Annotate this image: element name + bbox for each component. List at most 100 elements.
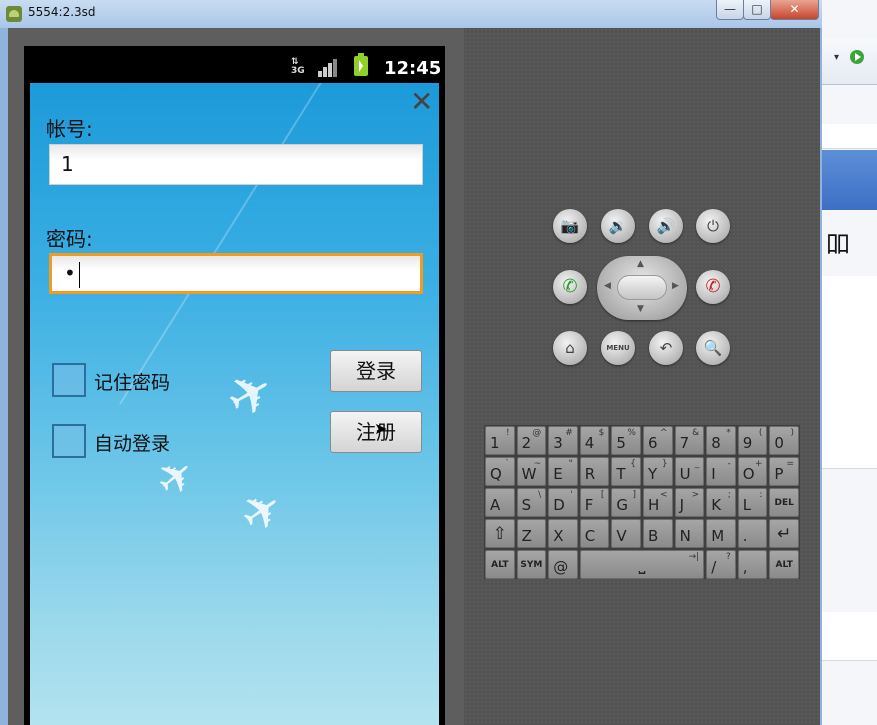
key-row3-9[interactable]: DEL bbox=[769, 488, 799, 517]
maximize-button[interactable]: □ bbox=[743, 0, 771, 20]
key-alt-label: @ bbox=[532, 428, 542, 438]
key-row3-8[interactable]: L: bbox=[737, 488, 768, 517]
menu-button[interactable]: MENU bbox=[601, 331, 635, 365]
key-row2-9[interactable]: P = bbox=[769, 457, 799, 486]
key-row4-9[interactable]: ↵ bbox=[769, 519, 799, 548]
key-row5-2[interactable]: @ bbox=[548, 550, 578, 579]
key-row3-4[interactable]: G] bbox=[611, 488, 641, 517]
call-button[interactable]: ✆ bbox=[553, 270, 587, 304]
key-alt-label: ` bbox=[505, 459, 510, 469]
key-row5-0[interactable]: ALT bbox=[485, 550, 515, 579]
key-row2-2[interactable]: E " bbox=[548, 457, 578, 486]
auto-login-checkbox[interactable] bbox=[52, 424, 86, 458]
key-row4-8[interactable]: . bbox=[737, 519, 768, 548]
dpad-up-icon[interactable]: ▲ bbox=[637, 259, 644, 269]
key-label: ALT bbox=[775, 560, 793, 570]
login-button[interactable]: 登录 bbox=[330, 350, 422, 392]
close-icon[interactable]: ✕ bbox=[410, 88, 433, 116]
key-label: , bbox=[742, 558, 748, 576]
key-label: G bbox=[616, 496, 629, 514]
key-row1-3[interactable]: 4 $ bbox=[579, 426, 610, 455]
chevron-down-icon[interactable]: ▾ bbox=[834, 52, 839, 63]
key-row3-7[interactable]: K; bbox=[706, 488, 736, 517]
key-row5-3[interactable]: ⎵ →| bbox=[579, 550, 705, 579]
key-alt-label: + bbox=[754, 459, 763, 469]
key-row4-3[interactable]: C bbox=[579, 519, 610, 548]
key-label: 5 bbox=[616, 434, 626, 452]
key-row1-0[interactable]: 1! bbox=[485, 426, 515, 455]
key-alt-label: > bbox=[691, 490, 700, 500]
close-window-button[interactable]: ✕ bbox=[770, 0, 819, 20]
volume-down-button[interactable]: 🔉 bbox=[601, 209, 635, 243]
remember-password-checkbox[interactable] bbox=[52, 363, 86, 397]
window-title: 5554:2.3sd bbox=[28, 5, 96, 19]
power-button[interactable]: ⏻ bbox=[696, 209, 730, 243]
key-label: R bbox=[584, 465, 596, 483]
dpad-right-icon[interactable]: ▶ bbox=[672, 281, 679, 291]
minimize-button[interactable]: — bbox=[716, 0, 744, 20]
key-row5-5[interactable]: , bbox=[737, 550, 768, 579]
key-label: 2 bbox=[521, 434, 532, 452]
end-call-button[interactable]: ✆ bbox=[696, 270, 730, 304]
camera-button[interactable]: 📷 bbox=[553, 209, 587, 243]
key-row4-1[interactable]: Z bbox=[516, 519, 547, 548]
search-button[interactable]: 🔍 bbox=[696, 331, 730, 365]
key-label: 3 bbox=[553, 434, 563, 452]
key-row1-5[interactable]: 6 ^ bbox=[643, 426, 673, 455]
key-row5-4[interactable]: /? bbox=[706, 550, 736, 579]
key-row3-6[interactable]: J > bbox=[674, 488, 705, 517]
key-row2-8[interactable]: O + bbox=[737, 457, 768, 486]
key-row2-3[interactable]: R bbox=[579, 457, 610, 486]
password-input[interactable]: • bbox=[49, 253, 423, 294]
key-label: T bbox=[616, 465, 626, 483]
key-alt-label: - bbox=[727, 459, 731, 469]
back-button[interactable]: ↶ bbox=[649, 331, 683, 365]
run-icon[interactable] bbox=[850, 50, 864, 64]
key-label: X bbox=[553, 527, 564, 545]
key-row5-1[interactable]: SYM bbox=[516, 550, 547, 579]
key-row2-4[interactable]: T{ bbox=[611, 457, 641, 486]
key-row1-4[interactable]: 5% bbox=[611, 426, 641, 455]
home-button[interactable]: ⌂ bbox=[553, 331, 587, 365]
account-input[interactable]: 1 bbox=[49, 144, 423, 185]
key-label: ⎵ bbox=[638, 555, 646, 575]
key-row3-0[interactable]: A bbox=[485, 488, 515, 517]
key-row4-6[interactable]: N bbox=[674, 519, 705, 548]
key-row3-5[interactable]: H < bbox=[643, 488, 673, 517]
title-bar[interactable]: 5554:2.3sd bbox=[0, 0, 822, 28]
key-row4-4[interactable]: V bbox=[611, 519, 641, 548]
text-caret bbox=[78, 261, 80, 288]
dpad-left-icon[interactable]: ◀ bbox=[604, 281, 611, 291]
key-row2-6[interactable]: U _ bbox=[674, 457, 705, 486]
background-row bbox=[822, 636, 877, 661]
key-label: O bbox=[742, 465, 755, 483]
key-alt-label: : bbox=[759, 490, 763, 500]
key-row3-1[interactable]: S \ bbox=[516, 488, 547, 517]
key-row2-5[interactable]: Y} bbox=[643, 457, 673, 486]
key-row1-1[interactable]: 2 @ bbox=[516, 426, 547, 455]
dpad[interactable]: ▲ ▼ ◀ ▶ bbox=[597, 256, 687, 320]
key-row1-7[interactable]: 8 * bbox=[706, 426, 736, 455]
key-label: 8 bbox=[711, 434, 721, 452]
key-row3-3[interactable]: F[ bbox=[579, 488, 610, 517]
key-row4-5[interactable]: B bbox=[643, 519, 673, 548]
key-row5-6[interactable]: ALT bbox=[769, 550, 799, 579]
key-row3-2[interactable]: D ' bbox=[548, 488, 578, 517]
key-row1-8[interactable]: 9( bbox=[737, 426, 768, 455]
key-row2-7[interactable]: I- bbox=[706, 457, 736, 486]
key-row1-6[interactable]: 7 & bbox=[674, 426, 705, 455]
key-label: Q bbox=[490, 465, 502, 483]
key-alt-label: % bbox=[627, 428, 636, 438]
dpad-down-icon[interactable]: ▼ bbox=[637, 304, 644, 314]
key-row2-1[interactable]: W ~ bbox=[516, 457, 547, 486]
background-header-band bbox=[822, 150, 877, 210]
volume-up-button[interactable]: 🔊 bbox=[649, 209, 683, 243]
key-row4-2[interactable]: X bbox=[548, 519, 578, 548]
key-alt-label: →| bbox=[688, 552, 700, 562]
key-row1-9[interactable]: 0) bbox=[769, 426, 799, 455]
key-row2-0[interactable]: Q ` bbox=[485, 457, 515, 486]
dpad-center-button[interactable] bbox=[617, 275, 667, 300]
key-row4-7[interactable]: M bbox=[706, 519, 736, 548]
key-row4-0[interactable]: ⇧ bbox=[485, 519, 515, 548]
key-row1-2[interactable]: 3 # bbox=[548, 426, 578, 455]
